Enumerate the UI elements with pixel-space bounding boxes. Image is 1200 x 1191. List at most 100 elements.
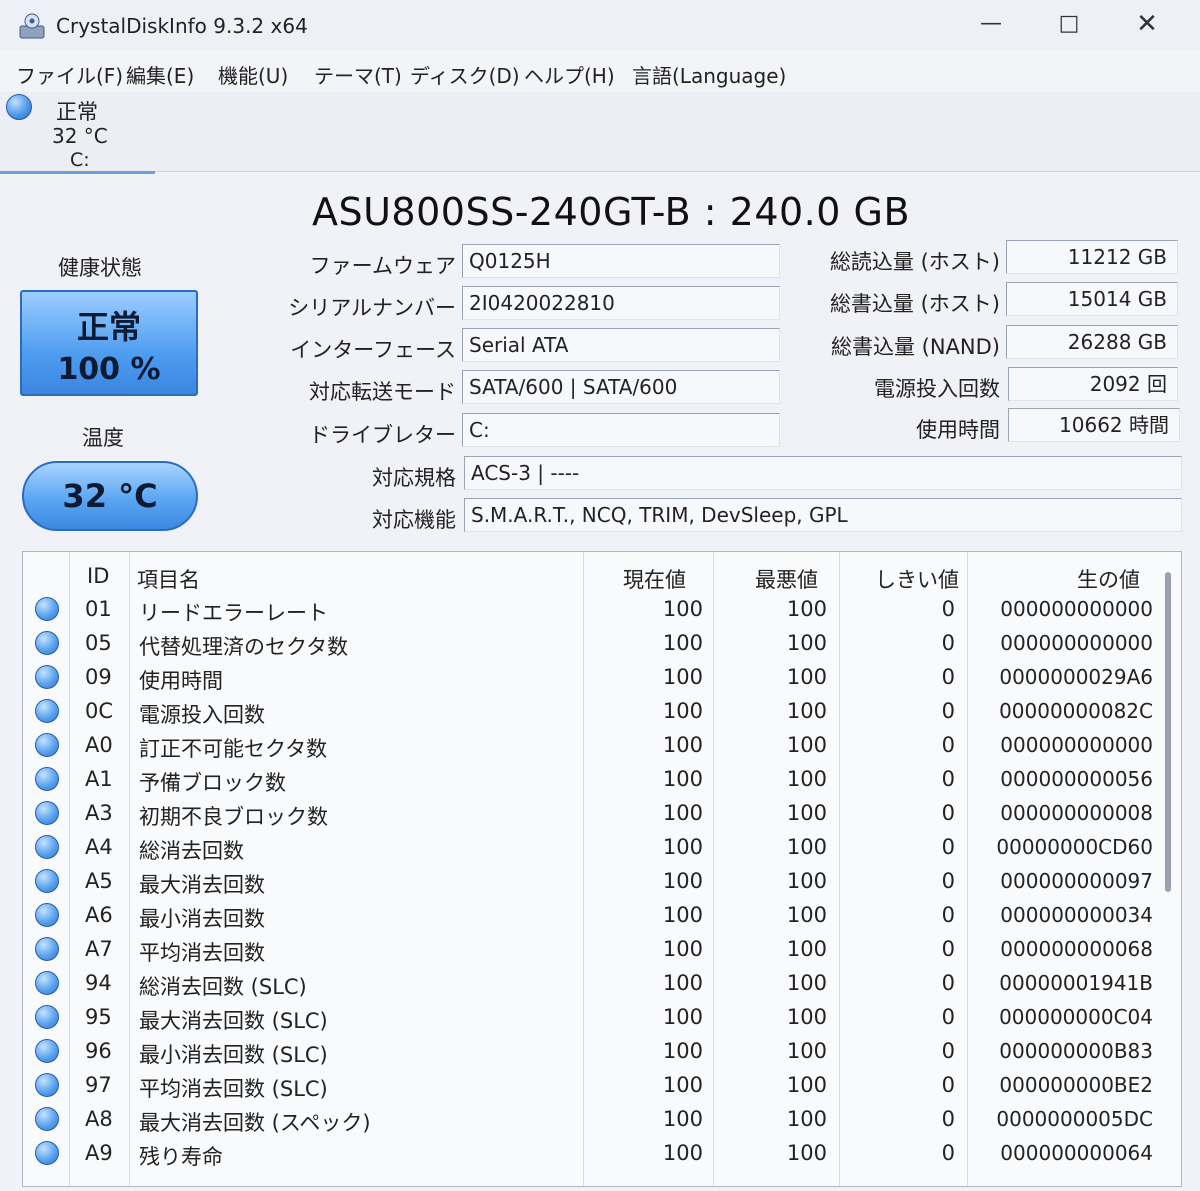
smart-current-value: 100 (662, 767, 703, 791)
smart-raw-value: 000000000B83 (999, 1039, 1153, 1063)
smart-threshold-value: 0 (941, 971, 955, 995)
smart-raw-value: 00000001941B (999, 971, 1153, 995)
nand-writes-label: 総書込量 (NAND) (830, 335, 1000, 359)
status-dot-icon (35, 1005, 59, 1029)
smart-threshold-value: 0 (941, 903, 955, 927)
power-on-hours-label: 使用時間 (916, 418, 1000, 442)
smart-worst-value: 100 (786, 699, 827, 723)
minimize-button[interactable]: — (966, 6, 1016, 42)
smart-row[interactable]: A8 最大消去回数 (スペック) 100 100 0 0000000005DC (23, 1102, 1163, 1136)
smart-attribute-name: 最大消去回数 (スペック) (139, 1111, 371, 1135)
smart-row[interactable]: A9 残り寿命 100 100 0 000000000064 (23, 1136, 1163, 1170)
features-value: S.M.A.R.T., NCQ, TRIM, DevSleep, GPL (464, 498, 1182, 532)
smart-attribute-name: 初期不良ブロック数 (139, 805, 328, 829)
status-dot-icon (35, 699, 59, 723)
smart-table[interactable]: ID 項目名 現在値 最悪値 しきい値 生の値 01 リードエラーレート 100 10… (22, 551, 1182, 1187)
status-dot-icon (35, 869, 59, 893)
status-dot-icon (35, 767, 59, 791)
col-header-current[interactable]: 現在値 (623, 564, 686, 594)
smart-id: A5 (85, 869, 113, 893)
maximize-button[interactable]: □ (1044, 6, 1094, 42)
smart-attribute-name: 最小消去回数 (139, 907, 265, 931)
power-on-hours-value: 10662 時間 (1008, 408, 1180, 442)
smart-threshold-value: 0 (941, 869, 955, 893)
menu-function[interactable]: 機能(U) (218, 60, 288, 89)
power-on-count-label: 電源投入回数 (874, 377, 1000, 401)
health-status-button[interactable]: 正常 100 % (20, 290, 198, 396)
smart-worst-value: 100 (786, 1107, 827, 1131)
drive-tab-letter[interactable]: C: (70, 149, 90, 171)
drive-tab-temp[interactable]: 32 °C (52, 124, 108, 148)
app-window: CrystalDiskInfo 9.3.2 x64 — □ ✕ ファイル(F) … (0, 0, 1200, 1191)
smart-worst-value: 100 (786, 835, 827, 859)
status-dot-icon (35, 801, 59, 825)
temperature-button[interactable]: 32 °C (22, 461, 198, 531)
smart-id: 95 (85, 1005, 112, 1029)
smart-current-value: 100 (662, 1073, 703, 1097)
smart-row[interactable]: 01 リードエラーレート 100 100 0 000000000000 (23, 592, 1163, 626)
col-header-raw[interactable]: 生の値 (1077, 564, 1140, 594)
transfer-mode-label: 対応転送モード (309, 380, 456, 404)
smart-current-value: 100 (662, 903, 703, 927)
interface-value: Serial ATA (462, 328, 780, 362)
smart-attribute-name: リードエラーレート (139, 601, 328, 625)
smart-worst-value: 100 (786, 665, 827, 689)
smart-worst-value: 100 (786, 971, 827, 995)
menu-file[interactable]: ファイル(F) (16, 60, 123, 89)
smart-threshold-value: 0 (941, 597, 955, 621)
smart-attribute-name: 総消去回数 (139, 839, 244, 863)
smart-threshold-value: 0 (941, 1073, 955, 1097)
smart-row[interactable]: A7 平均消去回数 100 100 0 000000000068 (23, 932, 1163, 966)
smart-worst-value: 100 (786, 631, 827, 655)
menu-disk[interactable]: ディスク(D) (410, 60, 520, 89)
status-dot-icon (35, 597, 59, 621)
close-button[interactable]: ✕ (1122, 6, 1172, 42)
smart-attribute-name: 訂正不可能セクタ数 (139, 737, 328, 761)
smart-raw-value: 00000000082C (999, 699, 1153, 723)
smart-worst-value: 100 (786, 869, 827, 893)
smart-current-value: 100 (662, 597, 703, 621)
smart-raw-value: 000000000008 (1000, 801, 1153, 825)
smart-row[interactable]: A1 予備ブロック数 100 100 0 000000000056 (23, 762, 1163, 796)
menu-edit[interactable]: 編集(E) (126, 60, 194, 89)
smart-row[interactable]: 05 代替処理済のセクタ数 100 100 0 000000000000 (23, 626, 1163, 660)
status-dot-icon (35, 1141, 59, 1165)
vertical-scrollbar[interactable] (1165, 572, 1171, 892)
smart-current-value: 100 (662, 835, 703, 859)
smart-worst-value: 100 (786, 903, 827, 927)
smart-row[interactable]: A4 総消去回数 100 100 0 00000000CD60 (23, 830, 1163, 864)
status-dot-icon (35, 1039, 59, 1063)
smart-row[interactable]: 0C 電源投入回数 100 100 0 00000000082C (23, 694, 1163, 728)
status-dot-icon (35, 835, 59, 859)
col-header-worst[interactable]: 最悪値 (755, 564, 818, 594)
smart-row[interactable]: 94 総消去回数 (SLC) 100 100 0 00000001941B (23, 966, 1163, 1000)
col-header-id[interactable]: ID (87, 564, 109, 588)
menu-theme[interactable]: テーマ(T) (314, 60, 402, 89)
menu-language[interactable]: 言語(Language) (632, 60, 786, 89)
smart-current-value: 100 (662, 1039, 703, 1063)
status-dot-icon (35, 903, 59, 927)
smart-threshold-value: 0 (941, 699, 955, 723)
smart-current-value: 100 (662, 699, 703, 723)
smart-row[interactable]: 96 最小消去回数 (SLC) 100 100 0 000000000B83 (23, 1034, 1163, 1068)
smart-row[interactable]: A6 最小消去回数 100 100 0 000000000034 (23, 898, 1163, 932)
smart-id: A7 (85, 937, 113, 961)
smart-row[interactable]: 97 平均消去回数 (SLC) 100 100 0 000000000BE2 (23, 1068, 1163, 1102)
smart-id: A8 (85, 1107, 113, 1131)
col-header-threshold[interactable]: しきい値 (875, 564, 959, 594)
smart-current-value: 100 (662, 937, 703, 961)
smart-row[interactable]: 09 使用時間 100 100 0 0000000029A6 (23, 660, 1163, 694)
smart-attribute-name: 代替処理済のセクタ数 (139, 635, 349, 659)
col-header-name[interactable]: 項目名 (137, 564, 200, 594)
host-reads-label: 総読込量 (ホスト) (829, 250, 1000, 274)
menu-help[interactable]: ヘルプ(H) (524, 60, 615, 89)
smart-current-value: 100 (662, 801, 703, 825)
selected-tab-indicator (0, 171, 155, 174)
smart-row[interactable]: A3 初期不良ブロック数 100 100 0 000000000008 (23, 796, 1163, 830)
smart-row[interactable]: A5 最大消去回数 100 100 0 000000000097 (23, 864, 1163, 898)
smart-row[interactable]: A0 訂正不可能セクタ数 100 100 0 000000000000 (23, 728, 1163, 762)
host-reads-value: 11212 GB (1006, 240, 1178, 274)
smart-row[interactable]: 95 最大消去回数 (SLC) 100 100 0 000000000C04 (23, 1000, 1163, 1034)
drive-tab-status[interactable]: 正常 (56, 96, 98, 126)
drive-status-icon[interactable] (6, 94, 32, 120)
